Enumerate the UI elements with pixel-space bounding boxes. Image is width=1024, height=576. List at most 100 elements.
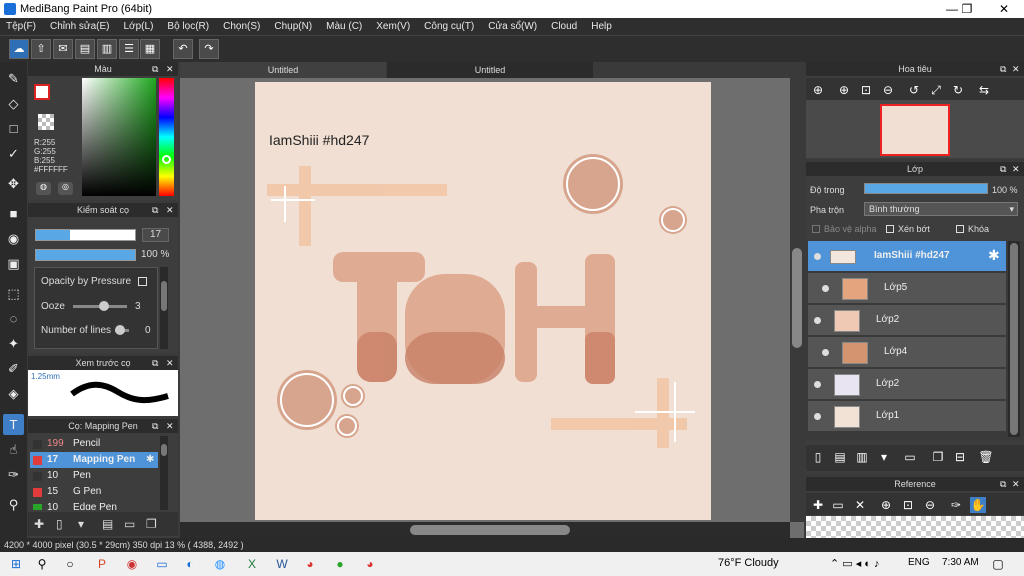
- close-icon[interactable]: ✕: [1012, 162, 1020, 176]
- trash-icon[interactable]: 🗑: [978, 449, 994, 465]
- edge-icon[interactable]: ◍: [212, 556, 228, 572]
- brush-size-slider[interactable]: [35, 229, 136, 241]
- layer-row[interactable]: Lớp4: [808, 337, 1006, 368]
- move-tool-icon[interactable]: ✥: [3, 173, 24, 194]
- undock-icon[interactable]: ⧉: [152, 62, 158, 76]
- horizontal-scrollbar[interactable]: [180, 522, 790, 538]
- clip-checkbox[interactable]: [886, 225, 894, 233]
- transparent-color-swatch[interactable]: [38, 114, 54, 130]
- eyedropper-icon[interactable]: ✑: [948, 497, 964, 513]
- search-icon[interactable]: ⚲: [34, 556, 50, 572]
- undock-icon[interactable]: ⧉: [152, 203, 158, 217]
- chrome-icon-2[interactable]: ◕: [362, 556, 378, 572]
- zoom-in-icon[interactable]: ⊕: [878, 497, 894, 513]
- zoom-out-icon[interactable]: ⊖: [880, 82, 896, 98]
- comment-icon[interactable]: ✉: [53, 39, 73, 59]
- undo-icon[interactable]: ↶: [173, 39, 193, 59]
- ooze-slider[interactable]: [73, 301, 127, 311]
- close-icon[interactable]: ✕: [852, 497, 868, 513]
- gear-icon[interactable]: ✱: [146, 452, 154, 468]
- lock-checkbox[interactable]: [956, 225, 964, 233]
- hand-tool-icon[interactable]: ⚲: [3, 494, 24, 515]
- new-layer-icon[interactable]: ▯: [810, 449, 826, 465]
- gear-icon[interactable]: ✱: [988, 247, 1000, 264]
- new-8bit-layer-icon[interactable]: ▥: [854, 449, 870, 465]
- upload-icon[interactable]: ⇧: [31, 39, 51, 59]
- clock[interactable]: 7:30 AM: [942, 557, 979, 568]
- zoom-out-icon[interactable]: ⊖: [922, 497, 938, 513]
- select-pen-tool-icon[interactable]: ✐: [3, 358, 24, 379]
- brush-menu-icon[interactable]: ▾: [78, 517, 84, 531]
- vertical-scrollbar[interactable]: [790, 78, 804, 522]
- notification-icon[interactable]: ▢: [990, 556, 1006, 572]
- dot-tool-icon[interactable]: ✓: [3, 143, 24, 164]
- close-icon[interactable]: ✕: [166, 419, 174, 433]
- brush-item[interactable]: 10 Edge Pen: [30, 500, 158, 510]
- word-icon[interactable]: W: [274, 556, 290, 572]
- menu-cloud[interactable]: Cloud: [551, 21, 577, 32]
- brush-tool-icon[interactable]: ✎: [3, 68, 24, 89]
- close-icon[interactable]: ✕: [166, 356, 174, 370]
- explorer-icon[interactable]: ◐: [182, 556, 198, 572]
- brush-item[interactable]: 17 Mapping Pen ✱: [30, 452, 158, 468]
- actual-size-icon[interactable]: ⊡: [900, 497, 916, 513]
- monitor-icon[interactable]: ▭: [154, 556, 170, 572]
- close-icon[interactable]: ✕: [166, 203, 174, 217]
- eraser-tool-icon[interactable]: ◇: [3, 93, 24, 114]
- undock-icon[interactable]: ⧉: [152, 356, 158, 370]
- grid-icon[interactable]: ▦: [140, 39, 160, 59]
- eye-icon[interactable]: [814, 381, 821, 388]
- menu-help[interactable]: Help: [591, 21, 612, 32]
- undock-icon[interactable]: ⧉: [1000, 477, 1006, 491]
- operation-tool-icon[interactable]: ☝: [3, 439, 24, 460]
- layer-row[interactable]: Lớp2: [808, 369, 1006, 400]
- menu-select[interactable]: Chọn(S): [223, 21, 260, 32]
- menu-view[interactable]: Xem(V): [376, 21, 410, 32]
- weather-widget[interactable]: 76°F Cloudy: [718, 557, 779, 569]
- cloud-icon[interactable]: ☁: [9, 39, 29, 59]
- layer-row[interactable]: Lớp5: [808, 273, 1006, 304]
- folder-icon[interactable]: ▭: [124, 517, 135, 531]
- menu-snap[interactable]: Chụp(N): [274, 21, 312, 32]
- task-view-icon[interactable]: ○: [62, 556, 78, 572]
- menu-window[interactable]: Cửa sổ(W): [488, 21, 537, 32]
- hue-slider[interactable]: [159, 78, 174, 196]
- redo-icon[interactable]: ↷: [199, 39, 219, 59]
- add-brush-icon[interactable]: ✚: [34, 517, 44, 531]
- rotate-left-icon[interactable]: ↺: [906, 82, 922, 98]
- layer-row[interactable]: Lớp2: [808, 305, 1006, 336]
- hue-handle[interactable]: [162, 155, 171, 164]
- navigator-preview[interactable]: [806, 100, 1024, 158]
- navigator-viewport[interactable]: [880, 104, 950, 156]
- brush-item[interactable]: 199 Pencil: [30, 436, 158, 452]
- chrome-icon[interactable]: ◕: [302, 556, 318, 572]
- layer-list-scrollbar[interactable]: [1008, 241, 1020, 437]
- merge-layer-icon[interactable]: ⊟: [952, 449, 968, 465]
- powerpoint-icon[interactable]: P: [94, 556, 110, 572]
- eye-icon[interactable]: [822, 349, 829, 356]
- magic-wand-tool-icon[interactable]: ✦: [3, 333, 24, 354]
- select-rect-tool-icon[interactable]: ⬚: [3, 283, 24, 304]
- palette-icon[interactable]: ◍: [36, 182, 51, 195]
- tab-untitled-2[interactable]: Untitled: [387, 62, 593, 78]
- new-brush-icon[interactable]: ▯: [56, 517, 63, 531]
- add-layer-menu-icon[interactable]: ▾: [876, 449, 892, 465]
- menu-layer[interactable]: Lớp(L): [124, 21, 154, 32]
- color-mode-icon[interactable]: ◎: [58, 182, 73, 195]
- drawing-canvas[interactable]: IamShiii #hd247: [255, 82, 711, 520]
- undock-icon[interactable]: ⧉: [1000, 62, 1006, 76]
- brush-list-scrollbar[interactable]: [160, 436, 168, 510]
- gradient-tool-icon[interactable]: ▣: [3, 253, 24, 274]
- select-eraser-tool-icon[interactable]: ◈: [3, 383, 24, 404]
- brush-opacity-slider[interactable]: [35, 249, 136, 261]
- lines-slider[interactable]: [115, 325, 129, 335]
- duplicate-layer-icon[interactable]: ❐: [930, 449, 946, 465]
- undock-icon[interactable]: ⧉: [152, 419, 158, 433]
- menu-filter[interactable]: Bộ lọc(R): [167, 21, 209, 32]
- eye-icon[interactable]: [814, 317, 821, 324]
- primary-color-swatch[interactable]: [34, 84, 50, 100]
- reference-canvas[interactable]: [806, 516, 1024, 538]
- close-icon[interactable]: ✕: [166, 62, 174, 76]
- menu-file[interactable]: Tệp(F): [6, 21, 36, 32]
- blend-mode-select[interactable]: Bình thường ▾: [864, 202, 1018, 216]
